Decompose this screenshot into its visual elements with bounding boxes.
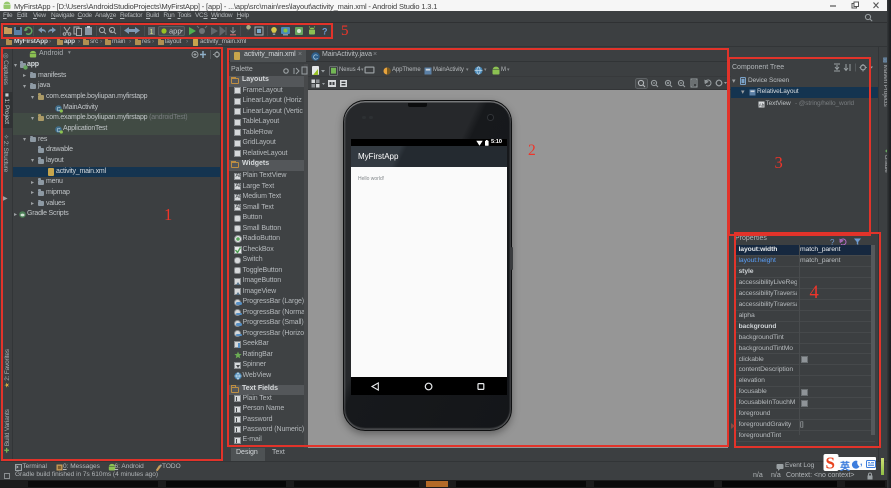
svg-text:S: S	[826, 454, 835, 473]
